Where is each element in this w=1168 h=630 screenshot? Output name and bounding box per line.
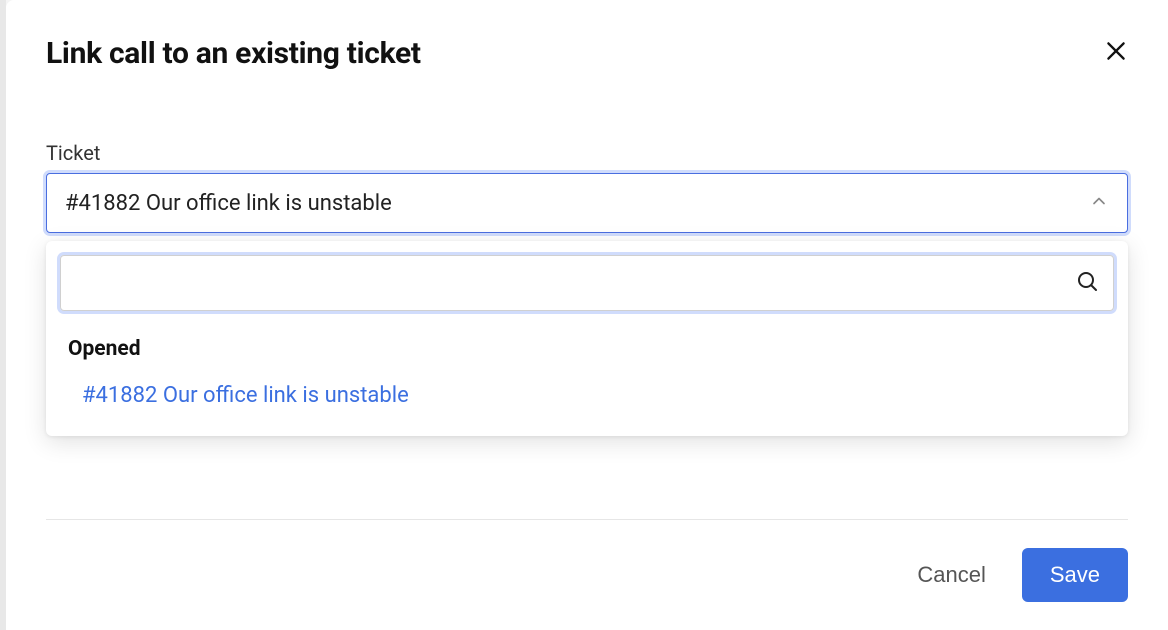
ticket-search-wrapper — [60, 255, 1114, 311]
ticket-dropdown-popup: Opened #41882 Our office link is unstabl… — [46, 241, 1128, 436]
search-icon — [1075, 269, 1099, 297]
link-call-modal: Link call to an existing ticket Ticket #… — [6, 0, 1168, 630]
ticket-select-value: #41882 Our office link is unstable — [65, 191, 392, 216]
ticket-select[interactable]: #41882 Our office link is unstable — [46, 173, 1128, 233]
modal-footer: Cancel Save — [46, 520, 1128, 602]
cancel-button[interactable]: Cancel — [909, 552, 993, 598]
ticket-field-label: Ticket — [46, 141, 1128, 165]
close-icon — [1103, 38, 1129, 67]
chevron-up-icon — [1089, 191, 1109, 215]
ticket-search-input[interactable] — [75, 256, 1075, 310]
modal-header: Link call to an existing ticket — [46, 36, 1128, 71]
modal-title: Link call to an existing ticket — [46, 36, 421, 71]
save-button[interactable]: Save — [1022, 548, 1128, 602]
close-button[interactable] — [1098, 34, 1134, 70]
ticket-select-wrapper: #41882 Our office link is unstable Opene… — [46, 173, 1128, 233]
dropdown-group-label: Opened — [68, 337, 1114, 361]
ticket-option[interactable]: #41882 Our office link is unstable — [60, 373, 1114, 418]
